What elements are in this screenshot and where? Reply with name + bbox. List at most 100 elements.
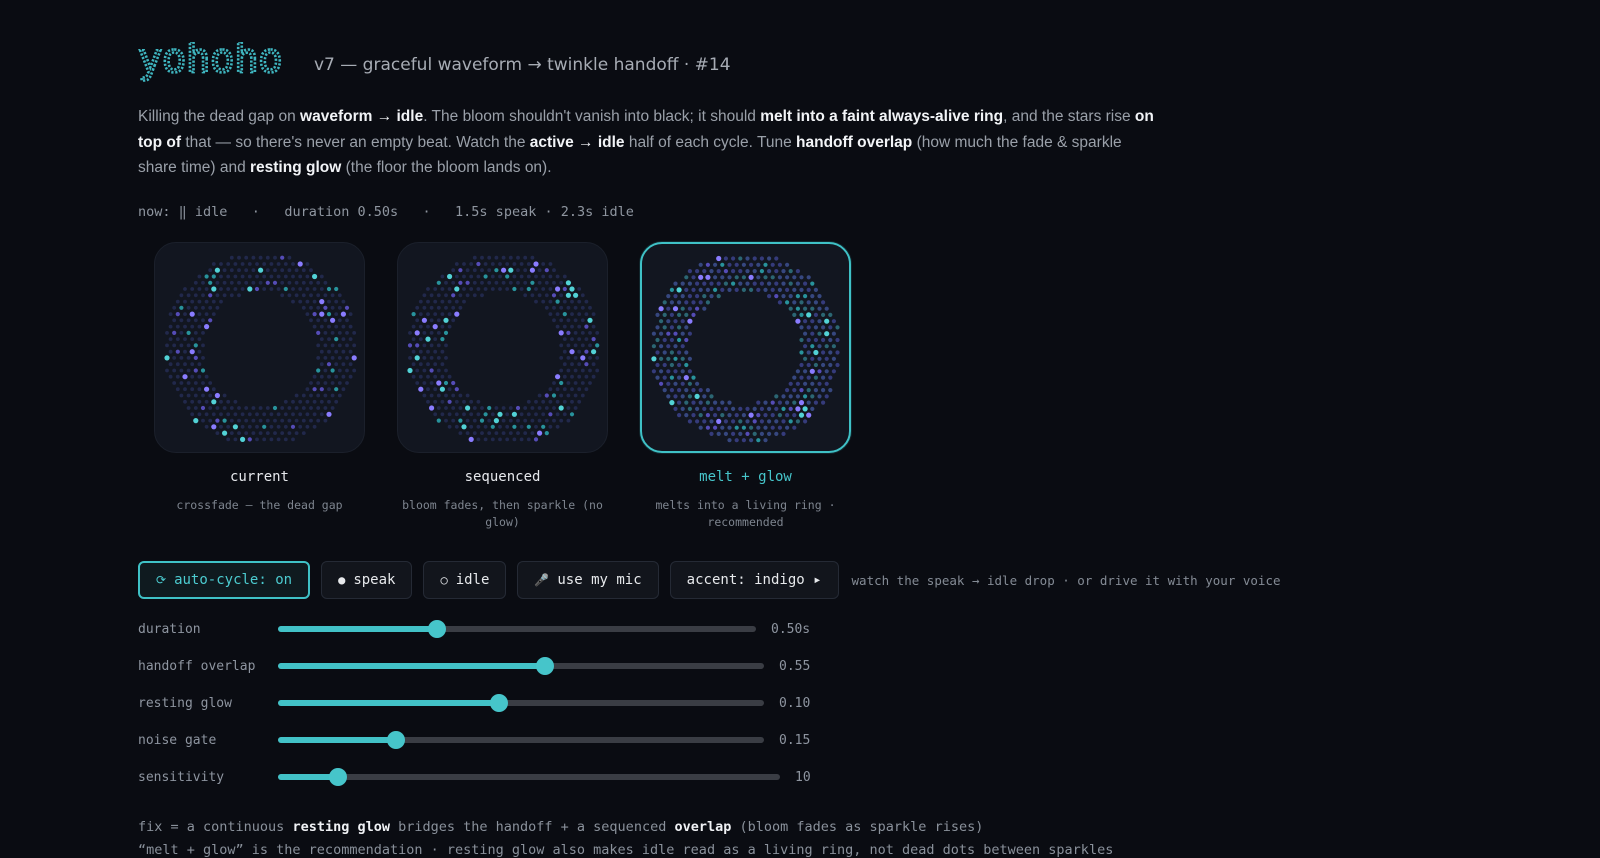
ring-dot — [655, 325, 660, 330]
ring-dot — [291, 287, 295, 291]
slider-thumb[interactable] — [489, 694, 508, 712]
accent-button[interactable]: accent: indigo ▸ — [669, 561, 839, 599]
ring-dot — [215, 406, 220, 410]
ring-dot — [316, 381, 321, 385]
ring-dot — [294, 406, 299, 410]
slider-thumb[interactable] — [428, 620, 447, 638]
ring-dot — [756, 425, 761, 430]
ring-dot — [226, 262, 231, 266]
slider-thumb[interactable] — [386, 731, 405, 749]
ring-dot — [483, 437, 488, 442]
ring-dot — [287, 293, 292, 298]
ring-dot — [319, 412, 324, 417]
ring-dot — [237, 268, 241, 273]
ring-dot — [810, 319, 815, 324]
ring-dot — [659, 331, 664, 336]
ring-dot — [533, 437, 539, 442]
sensitivity-slider[interactable] — [278, 768, 780, 786]
ring-dot — [204, 386, 210, 392]
ring-dot — [731, 419, 736, 424]
noise-gate-slider[interactable] — [278, 731, 764, 749]
ring-dot — [795, 318, 801, 324]
ring-dot — [327, 399, 331, 404]
ring-dot — [186, 318, 191, 323]
ring-dot — [330, 393, 335, 398]
auto-cycle-toggle[interactable]: ⟳ auto-cycle: on — [138, 561, 311, 599]
speak-button[interactable]: ● speak — [321, 561, 413, 599]
ring-dot — [655, 337, 660, 343]
slider-thumb[interactable] — [536, 657, 555, 675]
ring-dot — [705, 287, 710, 292]
ring-dot — [651, 356, 657, 362]
ring-dot — [426, 387, 430, 392]
ring-dot — [337, 381, 342, 385]
ring-dot — [454, 387, 459, 392]
ring-dot — [179, 318, 184, 323]
card-current[interactable]: current crossfade — the dead gap — [138, 242, 381, 531]
ring-dot — [659, 369, 664, 374]
ring-dot — [687, 394, 692, 399]
ring-preview-current[interactable] — [154, 242, 365, 453]
ring-dot — [189, 311, 195, 317]
ring-dot — [244, 431, 249, 435]
ring-dot — [465, 405, 471, 411]
ring-dot — [319, 337, 324, 341]
ring-dot — [534, 274, 538, 279]
ring-dot — [767, 406, 772, 411]
ring-dot — [418, 349, 423, 354]
use-mic-button[interactable]: 🎤 use my mic — [517, 561, 659, 599]
ring-dot — [189, 349, 195, 355]
ring-dot — [666, 369, 671, 374]
ring-dot — [298, 299, 303, 304]
duration-slider[interactable] — [278, 620, 756, 638]
ring-dot — [204, 324, 210, 330]
ring-dot — [208, 393, 213, 398]
ring-preview-melt-glow[interactable] — [640, 242, 851, 453]
ring-dot — [677, 350, 682, 355]
ring-dot — [803, 419, 808, 424]
slider-thumb[interactable] — [328, 768, 347, 786]
ring-dot — [422, 293, 427, 298]
ring-dot — [407, 343, 413, 348]
idle-button[interactable]: ○ idle — [423, 561, 507, 599]
ring-dot — [555, 286, 561, 292]
ring-dot — [698, 287, 703, 292]
ring-dot — [316, 280, 321, 285]
ring-dot — [179, 305, 184, 310]
ring-dot — [451, 380, 456, 386]
ring-dot — [487, 405, 492, 411]
ring-dot — [323, 293, 328, 298]
card-melt-glow[interactable]: melt + glow melts into a living ring · r… — [624, 242, 867, 531]
ring-dot — [326, 312, 332, 317]
ring-dot — [541, 412, 546, 417]
ring-dot — [687, 381, 692, 386]
ring-dot — [573, 343, 578, 348]
ring-dot — [440, 324, 445, 329]
ring-dot — [530, 255, 535, 260]
ring-dot — [569, 286, 575, 292]
resting-glow-slider[interactable] — [278, 694, 764, 712]
ring-dot — [440, 374, 445, 379]
ring-dot — [501, 431, 506, 435]
card-description: crossfade — the dead gap — [176, 498, 343, 512]
ring-dot — [691, 388, 696, 393]
ring-dot — [577, 312, 582, 316]
ring-dot — [777, 275, 782, 280]
ring-dot — [341, 324, 346, 329]
intro-emphasis: resting glow — [250, 159, 342, 176]
handoff-overlap-slider[interactable] — [278, 657, 764, 675]
ring-dot — [756, 287, 761, 292]
ring-dot — [283, 412, 288, 417]
ring-dot — [215, 293, 220, 298]
ring-dot — [287, 431, 292, 435]
ring-dot — [319, 387, 324, 392]
ring-dot — [577, 287, 582, 291]
card-sequenced[interactable]: sequenced bloom fades, then sparkle (no … — [381, 242, 624, 531]
ring-preview-sequenced[interactable] — [397, 242, 608, 453]
ring-dot — [559, 280, 564, 285]
ring-dot — [276, 412, 281, 417]
ring-dot — [168, 337, 173, 341]
ring-dot — [433, 362, 438, 367]
ring-dot — [247, 412, 252, 417]
ring-dot — [309, 418, 313, 423]
